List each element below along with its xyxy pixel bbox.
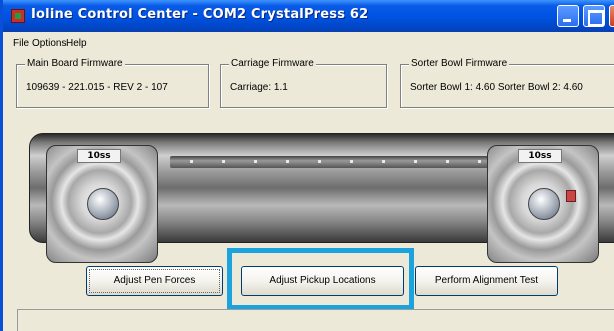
adjust-pen-forces-button[interactable]: Adjust Pen Forces xyxy=(86,266,223,296)
minimize-button[interactable] xyxy=(557,5,579,27)
main-window: Ioline Control Center - COM2 CrystalPres… xyxy=(0,0,614,331)
status-bar xyxy=(17,309,614,331)
sorter-bowl-left: 10ss xyxy=(46,145,158,263)
sorter-bowl-right: 10ss xyxy=(487,145,599,263)
bowl-left-label: 10ss xyxy=(77,149,121,163)
main-board-firmware-value: 109639 - 221.015 - REV 2 - 107 xyxy=(26,82,168,93)
menu-bar: File Options Help xyxy=(3,33,614,55)
main-board-firmware-legend: Main Board Firmware xyxy=(25,58,125,69)
rail-marker xyxy=(222,160,225,163)
title-bar[interactable]: Ioline Control Center - COM2 CrystalPres… xyxy=(3,0,614,32)
rail-marker xyxy=(318,160,321,163)
maximize-button[interactable] xyxy=(583,5,605,27)
bowl-right-label: 10ss xyxy=(518,149,562,163)
carriage-firmware-group: Carriage Firmware Carriage: 1.1 xyxy=(220,58,387,108)
bowl-right-hub xyxy=(528,188,560,220)
rail-marker xyxy=(350,160,353,163)
rail-marker xyxy=(478,160,481,163)
machine-rail xyxy=(170,156,490,168)
rail-marker xyxy=(190,160,193,163)
rail-marker xyxy=(446,160,449,163)
adjust-pickup-locations-button[interactable]: Adjust Pickup Locations xyxy=(241,266,404,296)
perform-alignment-test-button[interactable]: Perform Alignment Test xyxy=(415,266,558,296)
main-board-firmware-group: Main Board Firmware 109639 - 221.015 - R… xyxy=(16,58,209,108)
rail-marker xyxy=(414,160,417,163)
bowl-left-hub xyxy=(87,188,119,220)
carriage-firmware-value: Carriage: 1.1 xyxy=(230,82,288,93)
carriage-firmware-legend: Carriage Firmware xyxy=(229,58,316,69)
app-icon xyxy=(11,9,25,23)
sorter-bowl-firmware-value: Sorter Bowl 1: 4.60 Sorter Bowl 2: 4.60 xyxy=(410,82,583,93)
rail-marker xyxy=(382,160,385,163)
close-button[interactable] xyxy=(609,5,614,27)
menu-file[interactable]: File xyxy=(13,38,29,49)
sorter-bowl-firmware-group: Sorter Bowl Firmware Sorter Bowl 1: 4.60… xyxy=(400,58,614,108)
rail-marker xyxy=(254,160,257,163)
rail-marker xyxy=(286,160,289,163)
menu-help[interactable]: Help xyxy=(66,38,87,49)
bowl-right-chip xyxy=(566,190,576,202)
sorter-bowl-firmware-legend: Sorter Bowl Firmware xyxy=(409,58,510,69)
menu-options[interactable]: Options xyxy=(32,38,66,49)
window-title: Ioline Control Center - COM2 CrystalPres… xyxy=(31,7,369,22)
